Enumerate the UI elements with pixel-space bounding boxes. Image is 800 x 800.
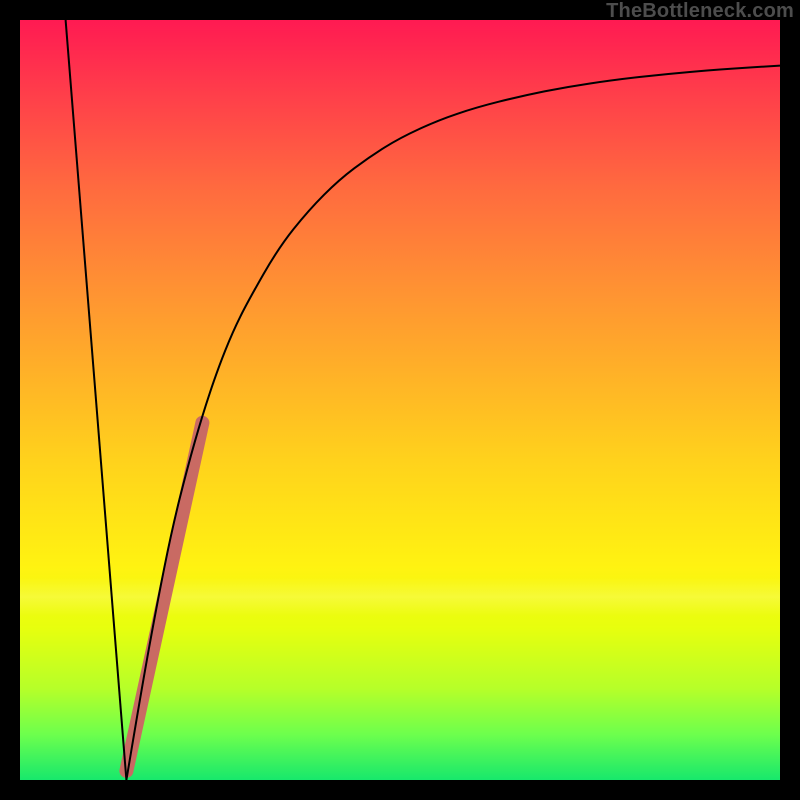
marker-salmon-segment bbox=[126, 423, 202, 771]
watermark-text: TheBottleneck.com bbox=[606, 0, 794, 23]
curves-layer bbox=[20, 20, 780, 780]
plot-area bbox=[20, 20, 780, 780]
chart-frame: TheBottleneck.com bbox=[0, 0, 800, 800]
curve-left-descent bbox=[66, 20, 127, 780]
curve-right bbox=[126, 66, 780, 780]
